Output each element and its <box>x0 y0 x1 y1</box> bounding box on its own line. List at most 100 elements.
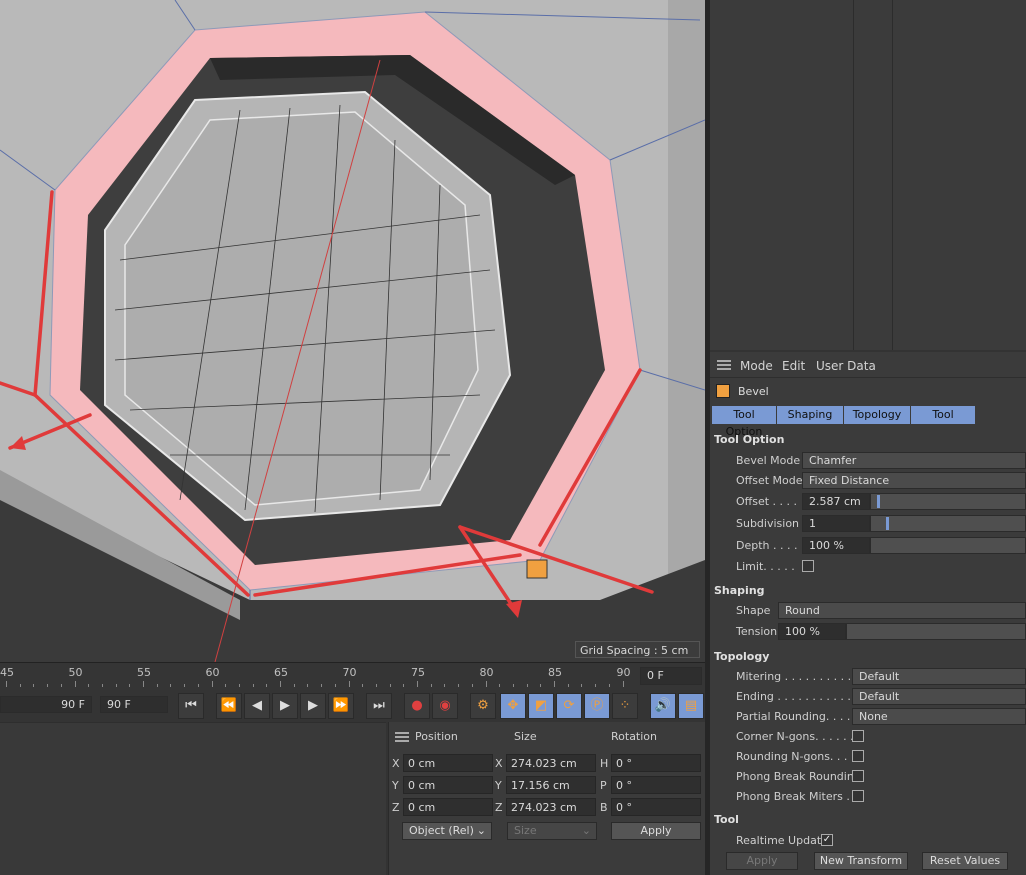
object-manager[interactable] <box>710 0 1026 350</box>
coordinate-apply-button[interactable]: Apply <box>611 822 701 840</box>
autokey-icon[interactable]: ◉ <box>432 693 458 719</box>
timeline-tick <box>115 684 117 687</box>
tab-tool-option[interactable]: Tool Option <box>712 406 777 438</box>
scale-key-icon[interactable]: ◩ <box>528 693 554 719</box>
offset-slider[interactable] <box>870 493 1026 510</box>
end-frame-field[interactable]: 90 F <box>0 696 92 713</box>
go-to-start-icon[interactable]: ⏮ <box>178 693 204 719</box>
timeline-tick <box>485 681 487 687</box>
pla-key-icon[interactable]: ⁘ <box>612 693 638 719</box>
limit-checkbox[interactable] <box>802 560 814 572</box>
depth-slider[interactable] <box>870 537 1026 554</box>
offset-slider-handle[interactable] <box>877 495 880 508</box>
subdivision-slider-handle[interactable] <box>886 517 889 530</box>
corner-ngons-label: Corner N-gons. . . . . . <box>736 730 854 743</box>
previous-frame-icon[interactable]: ◀ <box>244 693 270 719</box>
tension-slider[interactable] <box>846 623 1026 640</box>
menu-user-data[interactable]: User Data <box>816 359 876 373</box>
shape-label: Shape <box>736 604 771 617</box>
material-manager[interactable] <box>0 722 386 875</box>
3d-viewport[interactable]: Grid Spacing : 5 cm <box>0 0 705 662</box>
attribute-tabs: Tool Option Shaping Topology Tool <box>712 406 976 438</box>
bevel-tool-icon <box>716 384 730 398</box>
timeline-tick <box>444 684 446 687</box>
rotation-input[interactable]: 0 ° <box>611 754 701 772</box>
subdivision-input[interactable]: 1 <box>802 515 870 532</box>
position-axis-label: Z <box>392 801 400 814</box>
timeline-tick <box>321 684 323 687</box>
size-mode-dropdown[interactable]: Size ⌄ <box>507 822 597 840</box>
timeline-tick <box>33 684 35 687</box>
rotate-key-icon[interactable]: ⟳ <box>556 693 582 719</box>
section-tool-option: Tool Option <box>714 433 785 446</box>
chevron-down-icon: ⌄ <box>476 824 486 837</box>
timeline-tick <box>60 684 62 687</box>
rotation-axis-label: B <box>600 801 608 814</box>
menu-icon[interactable] <box>717 360 731 370</box>
ending-dropdown[interactable]: Default <box>852 688 1026 705</box>
bevel-mode-dropdown[interactable]: Chamfer <box>802 452 1026 469</box>
position-input[interactable]: 0 cm <box>403 776 493 794</box>
tab-topology[interactable]: Topology <box>844 406 911 424</box>
size-input[interactable]: 274.023 cm <box>506 754 596 772</box>
previous-key-icon[interactable]: ⏪ <box>216 693 242 719</box>
timeline-tick <box>417 681 418 687</box>
size-axis-label: Y <box>495 779 502 792</box>
reset-values-button[interactable]: Reset Values <box>922 852 1008 870</box>
offset-mode-dropdown[interactable]: Fixed Distance <box>802 472 1026 489</box>
rotation-input[interactable]: 0 ° <box>611 776 701 794</box>
menu-edit[interactable]: Edit <box>782 359 805 373</box>
go-to-end-icon[interactable]: ⏭ <box>366 693 392 719</box>
tab-shaping[interactable]: Shaping <box>777 406 844 424</box>
apply-button[interactable]: Apply <box>726 852 798 870</box>
timeline-tick-label: 80 <box>479 666 494 679</box>
timeline-tick <box>375 684 377 687</box>
shape-dropdown[interactable]: Round <box>778 602 1026 619</box>
mitering-dropdown[interactable]: Default <box>852 668 1026 685</box>
position-input[interactable]: 0 cm <box>403 798 493 816</box>
timeline-ruler[interactable]: 45 50 55 60 65 70 75 80 85 90 0 F <box>0 662 705 690</box>
position-axis-label: Y <box>392 779 399 792</box>
coordinate-manager: Position Size Rotation X0 cm X 274.023 cm H… <box>388 722 705 875</box>
partial-rounding-dropdown[interactable]: None <box>852 708 1026 725</box>
phong-break-miters-checkbox[interactable] <box>852 790 864 802</box>
film-icon[interactable]: ▤ <box>678 693 704 719</box>
preview-end-field[interactable]: 90 F <box>100 696 168 713</box>
tab-tool[interactable]: Tool <box>911 406 976 424</box>
timeline-tick <box>225 684 227 687</box>
sound-icon[interactable]: 🔊 <box>650 693 676 719</box>
offset-mode-label: Offset Mode <box>736 474 803 487</box>
tension-label: Tension <box>736 625 778 638</box>
param-key-icon[interactable]: Ⓟ <box>584 693 610 719</box>
tension-input[interactable]: 100 % <box>778 623 846 640</box>
menu-icon[interactable] <box>395 732 409 742</box>
offset-input[interactable]: 2.587 cm <box>802 493 870 510</box>
rounding-ngons-checkbox[interactable] <box>852 750 864 762</box>
next-key-icon[interactable]: ⏩ <box>328 693 354 719</box>
timeline-tick-label: 65 <box>274 666 288 679</box>
play-icon[interactable]: ▶ <box>272 693 298 719</box>
coordinate-mode-dropdown[interactable]: Object (Rel) ⌄ <box>402 822 492 840</box>
keyframe-selection-icon[interactable]: ⚙ <box>470 693 496 719</box>
rotation-input[interactable]: 0 ° <box>611 798 701 816</box>
attribute-manager: Mode Edit User Data Bevel Tool Option Sh… <box>710 352 1026 875</box>
menu-mode[interactable]: Mode <box>740 359 773 373</box>
corner-ngons-checkbox[interactable] <box>852 730 864 742</box>
phong-break-rounding-checkbox[interactable] <box>852 770 864 782</box>
subdivision-slider[interactable] <box>870 515 1026 532</box>
timeline-tick-label: 60 <box>205 666 220 679</box>
current-frame-field[interactable]: 0 F <box>640 667 702 685</box>
timeline-tick <box>129 684 131 687</box>
timeline-tick <box>595 684 597 687</box>
next-frame-icon[interactable]: ▶ <box>300 693 326 719</box>
timeline-tick <box>101 684 103 687</box>
position-input[interactable]: 0 cm <box>403 754 493 772</box>
new-transform-button[interactable]: New Transform <box>814 852 908 870</box>
depth-input[interactable]: 100 % <box>802 537 870 554</box>
realtime-update-checkbox[interactable]: ✓ <box>821 834 833 846</box>
move-key-icon[interactable]: ✥ <box>500 693 526 719</box>
size-input[interactable]: 17.156 cm <box>506 776 596 794</box>
size-input[interactable]: 274.023 cm <box>506 798 596 816</box>
record-icon[interactable]: ● <box>404 693 430 719</box>
section-shaping: Shaping <box>714 584 765 597</box>
